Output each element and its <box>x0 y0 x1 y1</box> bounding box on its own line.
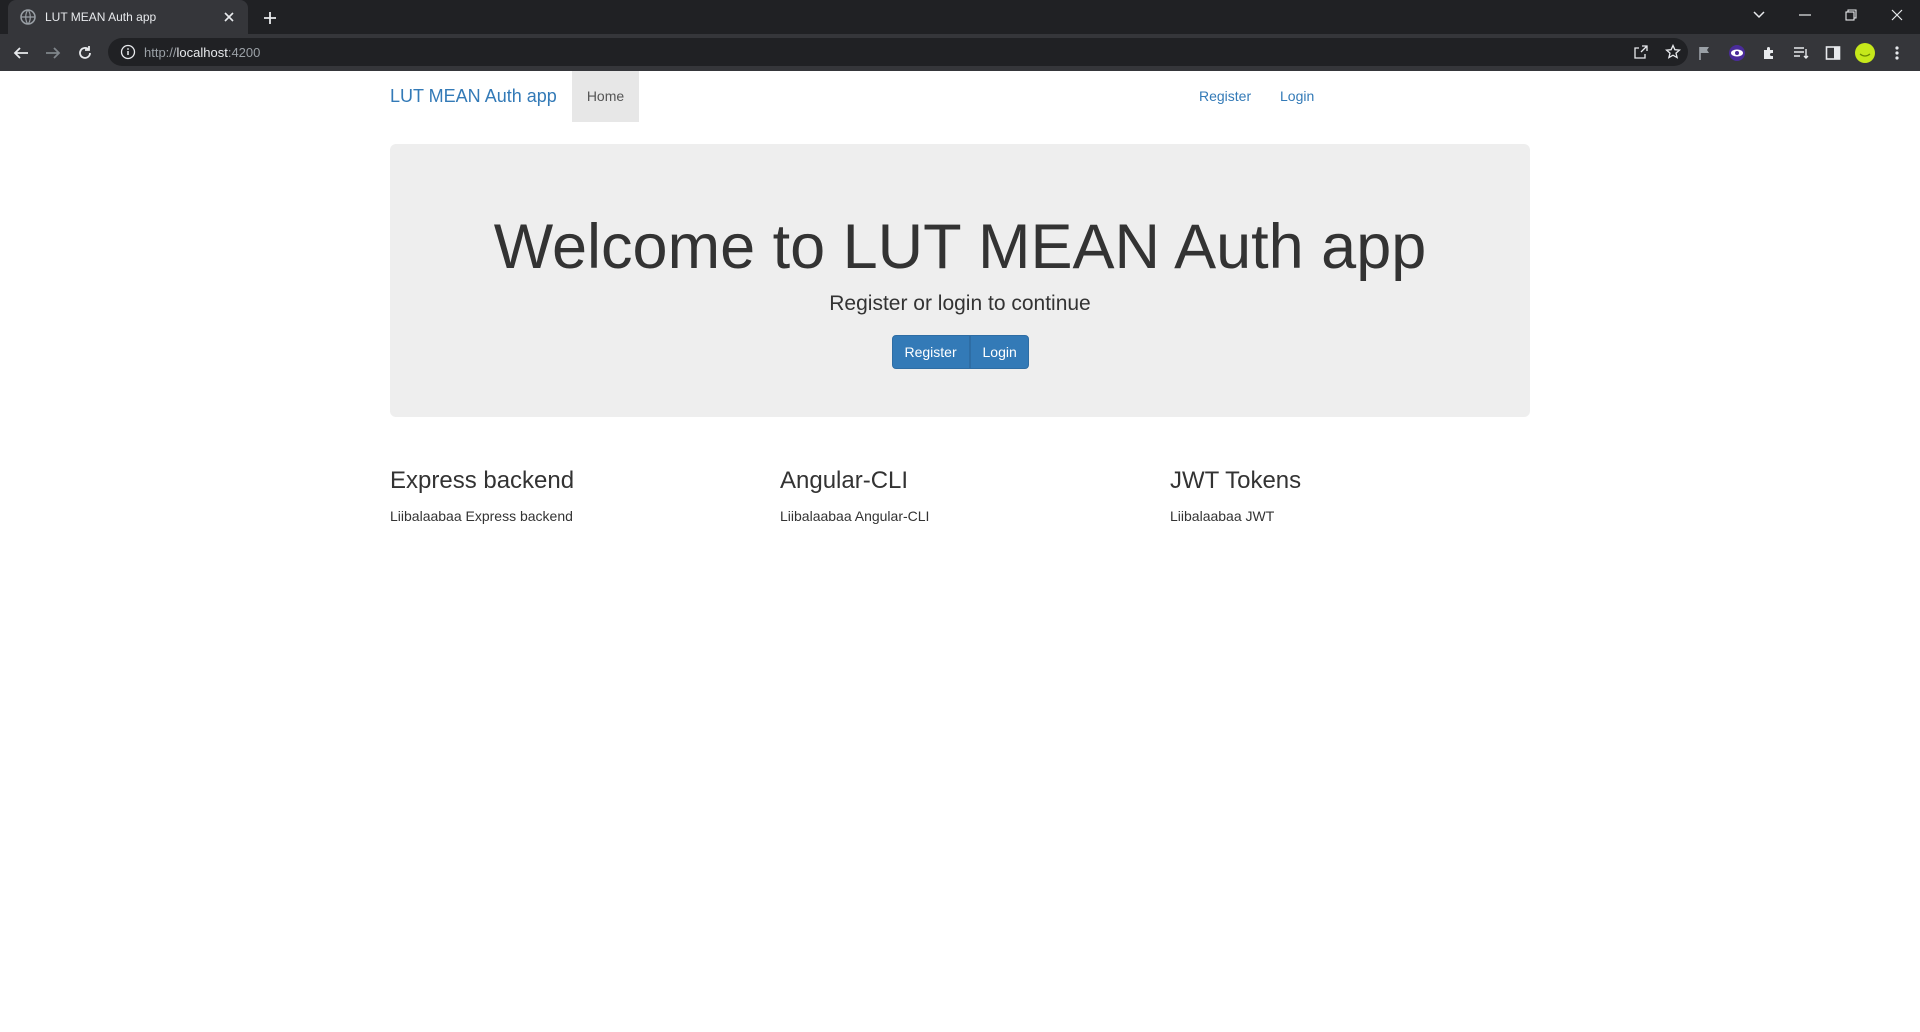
close-window-icon[interactable] <box>1874 0 1920 30</box>
share-icon[interactable] <box>1628 38 1654 66</box>
feature-title: Angular-CLI <box>780 467 909 494</box>
feature-text: Liibalaabaa Angular-CLI <box>780 508 930 524</box>
page-title: Welcome to LUT MEAN Auth app <box>493 212 1427 282</box>
feature-title: Express backend <box>390 467 575 494</box>
forward-icon[interactable] <box>40 40 66 66</box>
back-icon[interactable] <box>8 40 34 66</box>
profile-avatar[interactable] <box>1852 40 1878 66</box>
url-text: http://localhost:4200 <box>144 44 261 60</box>
more-menu-icon[interactable] <box>1884 40 1910 66</box>
flag-extension-icon[interactable] <box>1692 40 1718 66</box>
web-page: LUT MEAN Auth app Home Register Login We… <box>0 71 1920 1032</box>
nav-login-link[interactable]: Login <box>1280 71 1314 122</box>
tab-title: LUT MEAN Auth app <box>45 10 157 24</box>
jumbotron-subtitle: Register or login to continue <box>829 292 1091 315</box>
reading-list-icon[interactable] <box>1788 40 1814 66</box>
nav-home-link[interactable]: Home <box>572 71 639 122</box>
new-tab-button[interactable] <box>258 6 282 30</box>
feature-column: JWT Tokens Liibalaabaa JWT <box>1170 466 1530 524</box>
register-button[interactable]: Register <box>891 335 970 369</box>
feature-text: Liibalaabaa JWT <box>1170 508 1275 524</box>
site-info-icon[interactable] <box>120 44 136 60</box>
side-panel-icon[interactable] <box>1820 40 1846 66</box>
feature-title: JWT Tokens <box>1170 467 1302 494</box>
nav-register-link[interactable]: Register <box>1199 71 1251 122</box>
jumbotron: Welcome to LUT MEAN Auth app Register or… <box>390 144 1530 417</box>
browser-tab[interactable]: LUT MEAN Auth app <box>8 0 248 34</box>
feature-column: Angular-CLI Liibalaabaa Angular-CLI <box>780 466 1140 524</box>
browser-toolbar: http://localhost:4200 <box>0 34 1920 71</box>
globe-icon <box>20 9 36 25</box>
feature-column: Express backend Liibalaabaa Express back… <box>390 466 750 524</box>
browser-tabstrip: LUT MEAN Auth app <box>0 0 1920 34</box>
close-tab-icon[interactable] <box>220 8 238 26</box>
extensions-puzzle-icon[interactable] <box>1756 40 1782 66</box>
address-bar[interactable]: http://localhost:4200 <box>108 38 1688 66</box>
navbar: LUT MEAN Auth app Home Register Login <box>390 71 1530 122</box>
bookmark-star-icon[interactable] <box>1660 38 1686 66</box>
tab-search-icon[interactable] <box>1736 0 1782 30</box>
navbar-brand[interactable]: LUT MEAN Auth app <box>390 71 557 122</box>
restore-icon[interactable] <box>1828 0 1874 30</box>
reload-icon[interactable] <box>72 40 98 66</box>
login-button[interactable]: Login <box>969 335 1029 369</box>
eye-extension-icon[interactable] <box>1724 40 1750 66</box>
feature-text: Liibalaabaa Express backend <box>390 508 573 524</box>
minimize-icon[interactable] <box>1782 0 1828 30</box>
auth-button-group: Register Login <box>390 335 1530 369</box>
